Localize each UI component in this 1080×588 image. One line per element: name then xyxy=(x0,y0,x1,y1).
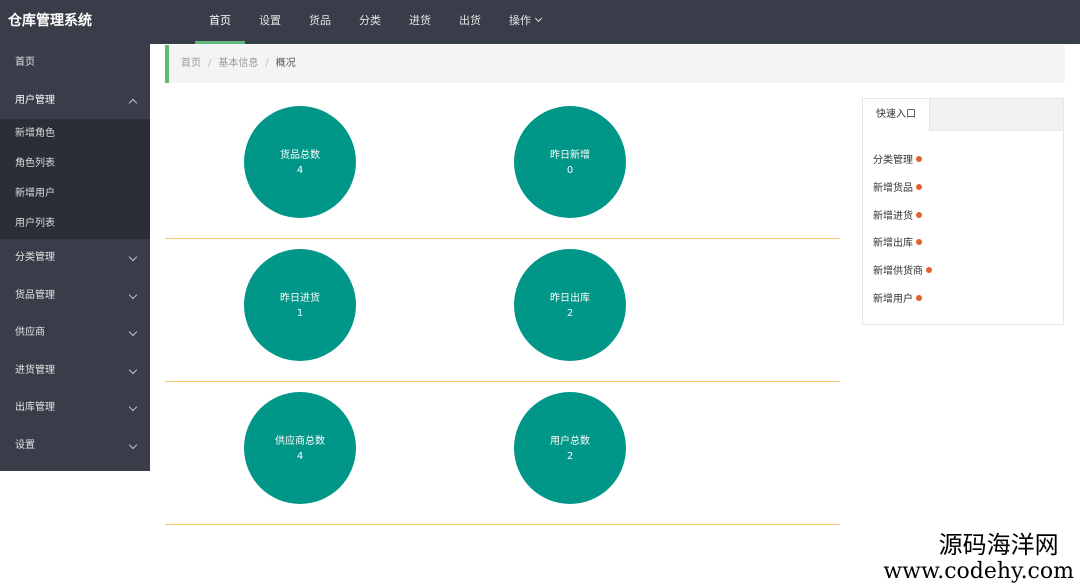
stat-label: 昨日进货 xyxy=(280,293,320,304)
dot-badge-icon xyxy=(926,267,932,274)
sidebar: 首页 用户管理 新增角色 角色列表 新增用户 用户列表 分类管理 货品管理 供应… xyxy=(0,44,150,471)
quick-link-new-purchase[interactable]: 新增进货 xyxy=(863,203,1063,231)
nav-goods[interactable]: 货品 xyxy=(295,0,345,44)
quick-entry-panel: 快速入口 分类管理 新增货品 新增进货 新增出库 新增供货商 新增用户 xyxy=(862,98,1064,325)
stat-circle-total-suppliers: 供应商总数 4 xyxy=(244,392,356,504)
sidebar-subitem-add-role[interactable]: 新增角色 xyxy=(0,119,150,149)
sidebar-item-purchase[interactable]: 进货管理 xyxy=(0,352,150,390)
nav-purchase[interactable]: 进货 xyxy=(395,0,445,44)
sidebar-item-label: 用户管理 xyxy=(15,94,55,106)
stat-row: 货品总数 4 昨日新增 0 xyxy=(165,96,840,239)
chevron-down-icon xyxy=(534,14,543,23)
stat-row: 昨日进货 1 昨日出库 2 xyxy=(165,239,840,382)
chevron-down-icon xyxy=(128,440,138,449)
dot-badge-icon xyxy=(916,211,922,218)
sidebar-item-label: 设置 xyxy=(15,439,35,451)
breadcrumb-home[interactable]: 首页 xyxy=(181,58,201,69)
quick-link-new-user[interactable]: 新增用户 xyxy=(863,286,1063,314)
chevron-down-icon xyxy=(128,402,138,412)
stat-value: 2 xyxy=(566,451,574,462)
chevron-down-icon xyxy=(128,327,138,337)
quick-link-label: 新增货品 xyxy=(873,182,913,194)
quick-link-new-supplier[interactable]: 新增供货商 xyxy=(863,258,1063,286)
stat-value: 4 xyxy=(296,451,304,462)
chevron-down-icon xyxy=(128,290,138,299)
breadcrumb-basic-info[interactable]: 基本信息 xyxy=(218,58,258,69)
sidebar-subitem-role-list[interactable]: 角色列表 xyxy=(0,149,150,179)
sidebar-item-label: 进货管理 xyxy=(15,364,55,376)
stat-value: 0 xyxy=(566,165,574,176)
sidebar-item-home[interactable]: 首页 xyxy=(0,44,150,82)
quick-link-label: 分类管理 xyxy=(873,155,913,166)
stat-label: 供应商总数 xyxy=(275,436,325,447)
stat-label: 昨日新增 xyxy=(550,150,590,161)
sidebar-item-goods[interactable]: 货品管理 xyxy=(0,277,150,315)
stat-label: 货品总数 xyxy=(280,150,320,161)
dot-badge-icon xyxy=(916,239,922,246)
stat-label: 昨日出库 xyxy=(550,293,590,304)
top-header: 仓库管理系统 首页 设置 货品 分类 进货 出货 操作 xyxy=(0,0,1080,44)
tab-quick-entry[interactable]: 快速入口 xyxy=(863,99,930,131)
top-nav: 首页 设置 货品 分类 进货 出货 操作 xyxy=(195,0,555,44)
stat-row: 供应商总数 4 用户总数 2 xyxy=(165,382,840,525)
breadcrumb-separator: / xyxy=(265,58,269,69)
dot-badge-icon xyxy=(916,156,922,162)
sidebar-item-user-mgmt[interactable]: 用户管理 xyxy=(0,82,150,120)
sidebar-item-label: 出库管理 xyxy=(15,402,55,413)
sidebar-subitem-add-user[interactable]: 新增用户 xyxy=(0,179,150,209)
chevron-down-icon xyxy=(128,365,138,374)
nav-operations[interactable]: 操作 xyxy=(495,0,555,44)
quick-link-label: 新增进货 xyxy=(873,210,913,222)
stat-value: 4 xyxy=(296,165,304,176)
sidebar-item-label: 分类管理 xyxy=(15,252,55,263)
app-title: 仓库管理系统 xyxy=(8,13,92,29)
breadcrumb-separator: / xyxy=(208,58,212,69)
quick-link-label: 新增用户 xyxy=(873,293,913,305)
dot-badge-icon xyxy=(916,294,922,301)
nav-home[interactable]: 首页 xyxy=(195,0,245,44)
sidebar-item-supplier[interactable]: 供应商 xyxy=(0,314,150,352)
stat-circle-total-goods: 货品总数 4 xyxy=(244,106,356,218)
sidebar-submenu-user: 新增角色 角色列表 新增用户 用户列表 xyxy=(0,119,150,239)
stats-panel: 货品总数 4 昨日新增 0 昨日进货 1 昨日出库 2 供应商总数 4 用户总数… xyxy=(165,96,840,525)
nav-category[interactable]: 分类 xyxy=(345,0,395,44)
stat-circle-outbound-yesterday: 昨日出库 2 xyxy=(514,249,626,361)
stat-circle-total-users: 用户总数 2 xyxy=(514,392,626,504)
stat-value: 2 xyxy=(566,308,574,319)
quick-entry-list: 分类管理 新增货品 新增进货 新增出库 新增供货商 新增用户 xyxy=(863,131,1063,314)
stat-value: 1 xyxy=(296,308,304,319)
chevron-down-icon xyxy=(128,252,138,262)
nav-operations-label: 操作 xyxy=(509,14,531,27)
stat-label: 用户总数 xyxy=(550,436,590,447)
sidebar-item-label: 供应商 xyxy=(15,327,45,338)
sidebar-item-category[interactable]: 分类管理 xyxy=(0,239,150,277)
sidebar-subitem-user-list[interactable]: 用户列表 xyxy=(0,209,150,239)
quick-link-new-outbound[interactable]: 新增出库 xyxy=(863,230,1063,258)
sidebar-item-outbound[interactable]: 出库管理 xyxy=(0,389,150,427)
quick-link-category[interactable]: 分类管理 xyxy=(863,147,1063,175)
dot-badge-icon xyxy=(916,183,922,190)
sidebar-item-label: 货品管理 xyxy=(15,289,55,301)
breadcrumb: 首页 / 基本信息 / 概况 xyxy=(165,45,1065,83)
stat-circle-new-yesterday: 昨日新增 0 xyxy=(514,106,626,218)
quick-link-new-goods[interactable]: 新增货品 xyxy=(863,175,1063,203)
breadcrumb-current: 概况 xyxy=(275,58,296,69)
quick-entry-header: 快速入口 xyxy=(863,99,1063,131)
nav-settings[interactable]: 设置 xyxy=(245,0,295,44)
watermark-line1: 源码海洋网 xyxy=(938,531,1059,559)
nav-shipment[interactable]: 出货 xyxy=(445,0,495,44)
stat-circle-purchase-yesterday: 昨日进货 1 xyxy=(244,249,356,361)
watermark: 源码海洋网 www.codehy.com xyxy=(883,531,1074,585)
quick-link-label: 新增供货商 xyxy=(873,266,923,278)
sidebar-item-settings[interactable]: 设置 xyxy=(0,427,150,465)
watermark-line2: www.codehy.com xyxy=(883,559,1074,584)
quick-link-label: 新增出库 xyxy=(873,238,913,250)
chevron-up-icon xyxy=(128,98,138,107)
